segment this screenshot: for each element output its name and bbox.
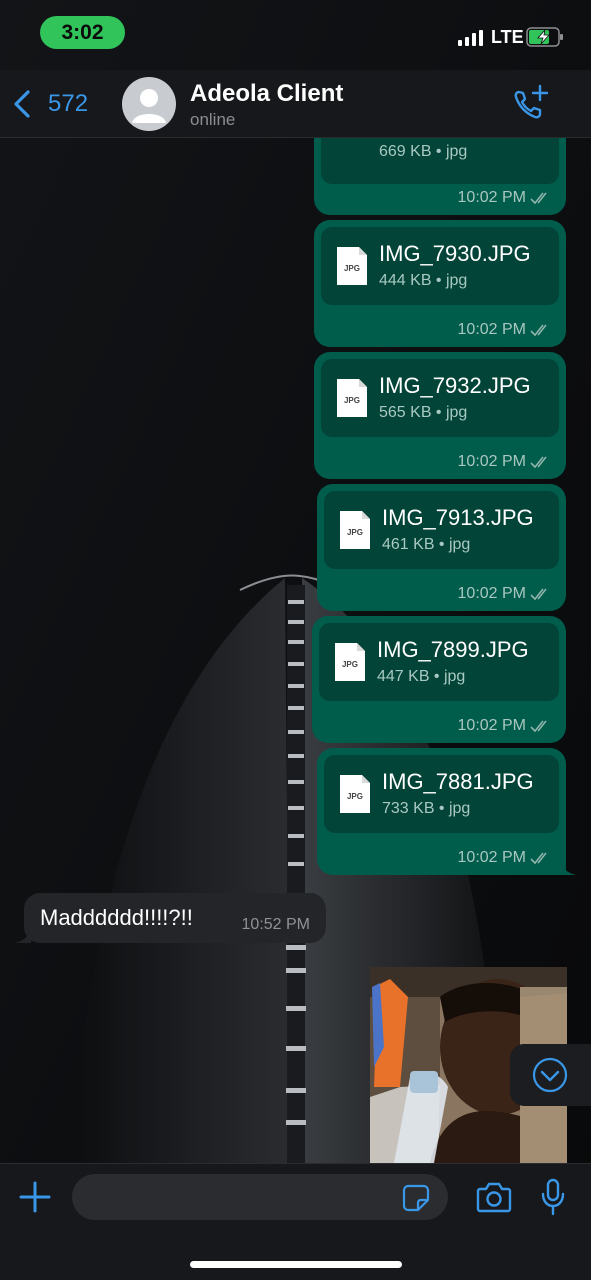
battery-charging-icon	[526, 27, 563, 47]
file-name: IMG_7881.JPG	[382, 769, 534, 794]
message-text: Madddddd!!!!?!!	[40, 905, 193, 930]
message-bubble[interactable]: JPG IMG_7913.JPG 461 KB • jpg 10:02 PM	[317, 484, 566, 611]
bubble-tail	[560, 859, 576, 875]
contact-name[interactable]: Adeola Client	[190, 80, 343, 108]
double-check-icon	[530, 192, 547, 205]
file-attachment[interactable]: JPG IMG_7930.JPG 444 KB • jpg	[321, 227, 559, 305]
file-name: IMG_7930.JPG	[379, 241, 531, 266]
add-call-icon[interactable]	[510, 84, 550, 124]
back-button[interactable]: 572	[10, 86, 88, 122]
svg-text:JPG: JPG	[342, 660, 358, 669]
message-time: 10:02 PM	[457, 453, 526, 470]
double-check-icon	[530, 588, 547, 601]
svg-text:JPG: JPG	[347, 792, 363, 801]
contact-status: online	[190, 110, 236, 129]
bubble-tail	[15, 927, 31, 943]
message-time: 10:02 PM	[457, 585, 526, 602]
svg-text:JPG: JPG	[344, 264, 360, 273]
microphone-icon[interactable]	[540, 1178, 566, 1216]
double-check-icon	[530, 852, 547, 865]
message-time: 10:02 PM	[457, 189, 526, 206]
status-bar: 3:02 LTE	[0, 0, 591, 70]
message-time: 10:02 PM	[457, 321, 526, 338]
file-icon: JPG	[337, 379, 367, 417]
file-icon: JPG	[335, 643, 365, 681]
message-bubble[interactable]: JPG IMG_7881.JPG 733 KB • jpg 10:02 PM	[317, 748, 576, 875]
file-meta: 461 KB • jpg	[382, 536, 471, 553]
plus-icon[interactable]	[18, 1180, 52, 1214]
file-attachment[interactable]: JPG IMG_7899.JPG 447 KB • jpg	[319, 623, 559, 701]
svg-text:JPG: JPG	[344, 396, 360, 405]
file-icon: JPG	[340, 511, 370, 549]
message-bubble[interactable]: JPG IMG_7899.JPG 447 KB • jpg 10:02 PM	[312, 616, 566, 743]
status-time: 3:02	[40, 16, 125, 49]
message-time: 10:02 PM	[457, 717, 526, 734]
file-meta: 669 KB • jpg	[379, 143, 468, 160]
double-check-icon	[530, 456, 547, 469]
file-meta: 565 KB • jpg	[379, 404, 468, 421]
file-name: IMG_7913.JPG	[382, 505, 534, 530]
composer-bar	[0, 1163, 591, 1280]
file-attachment[interactable]: JPG IMG_7881.JPG 733 KB • jpg	[324, 755, 559, 833]
message-input[interactable]	[72, 1174, 448, 1220]
file-meta: 444 KB • jpg	[379, 272, 468, 289]
person-icon	[132, 89, 166, 123]
message-time: 10:52 PM	[241, 916, 310, 933]
message-time: 10:02 PM	[457, 849, 526, 866]
file-attachment[interactable]: JPG IMG_7932.JPG 565 KB • jpg	[321, 359, 559, 437]
double-check-icon	[530, 324, 547, 337]
home-indicator	[190, 1261, 402, 1268]
file-meta: 733 KB • jpg	[382, 800, 471, 817]
sticker-icon[interactable]	[402, 1184, 430, 1212]
network-type: LTE	[491, 27, 524, 47]
file-name: IMG_7899.JPG	[377, 637, 529, 662]
svg-text:JPG: JPG	[347, 528, 363, 537]
double-check-icon	[530, 720, 547, 733]
file-icon: JPG	[337, 247, 367, 285]
incoming-message-bubble[interactable]: Madddddd!!!!?!! 10:52 PM	[15, 893, 326, 943]
chevron-down-circle-icon	[532, 1057, 568, 1093]
camera-icon[interactable]	[476, 1181, 512, 1213]
scroll-to-bottom-button[interactable]	[510, 1044, 591, 1106]
message-bubble[interactable]: JPG IMG_7930.JPG 444 KB • jpg 10:02 PM	[314, 220, 566, 347]
file-icon: JPG	[340, 775, 370, 813]
signal-icon	[458, 30, 483, 46]
avatar[interactable]	[122, 77, 176, 131]
unread-count: 572	[48, 90, 89, 117]
chat-header: 572 Adeola Client online	[0, 70, 591, 138]
file-attachment[interactable]: JPG IMG_7913.JPG 461 KB • jpg	[324, 491, 559, 569]
file-meta: 447 KB • jpg	[377, 668, 466, 685]
message-bubble[interactable]: JPG IMG_7932.JPG 565 KB • jpg 10:02 PM	[314, 352, 566, 479]
file-name: IMG_7932.JPG	[379, 373, 531, 398]
back-chevron-icon	[14, 90, 30, 118]
